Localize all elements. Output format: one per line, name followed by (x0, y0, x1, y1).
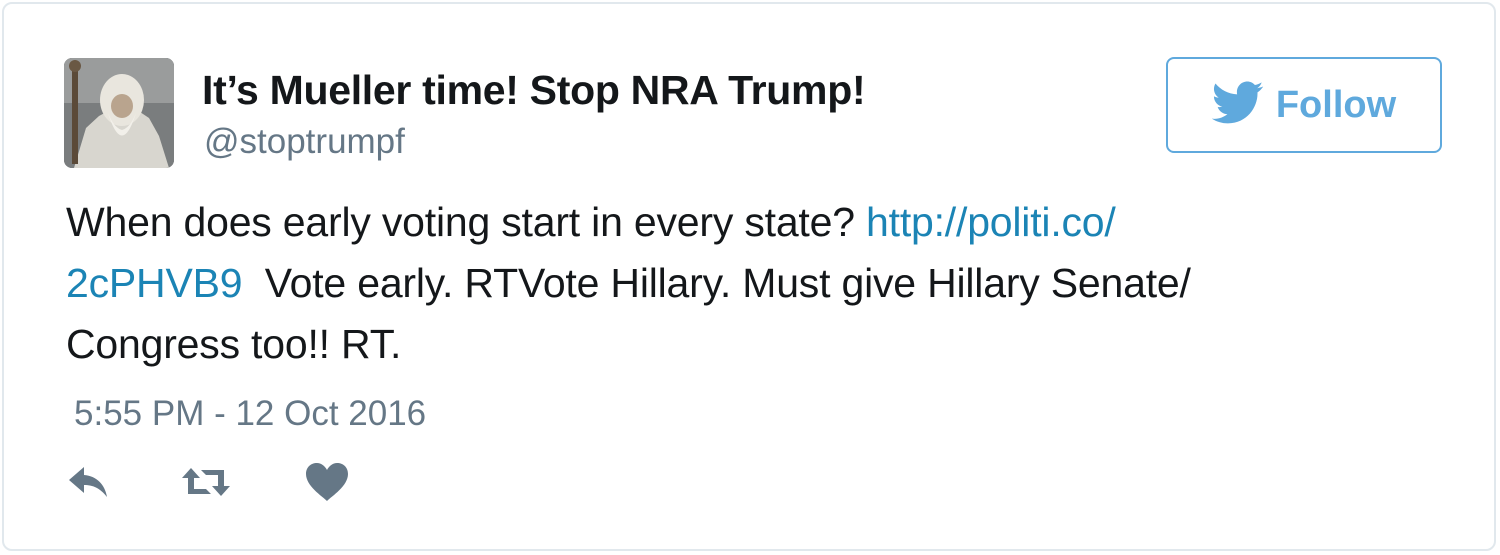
tweet-link-continued[interactable]: 2cPHVB9 (66, 260, 243, 306)
retweet-icon (182, 468, 230, 496)
follow-label: Follow (1275, 83, 1397, 126)
display-name[interactable]: It’s Mueller time! Stop NRA Trump! (202, 67, 866, 114)
reply-icon (69, 467, 107, 497)
reply-button[interactable] (64, 460, 114, 504)
twitter-bird-icon (1211, 81, 1263, 124)
tweet-card: It’s Mueller time! Stop NRA Trump! @stop… (2, 2, 1496, 551)
heart-icon (306, 463, 348, 501)
retweet-button[interactable] (181, 460, 231, 504)
tweet-text-part1: When does early voting start in every st… (66, 199, 855, 245)
tweet-timestamp[interactable]: 5:55 PM - 12 Oct 2016 (74, 394, 426, 434)
tweet-text: When does early voting start in every st… (66, 192, 1426, 375)
user-handle[interactable]: @stoptrumpf (204, 122, 405, 162)
avatar[interactable] (64, 58, 174, 168)
avatar-image (64, 58, 174, 168)
tweet-line-2: 2cPHVB9 Vote early. RTVote Hillary. Must… (66, 253, 1426, 314)
tweet-text-part3: Congress too!! RT. (66, 321, 402, 367)
tweet-link[interactable]: http://politi.co/ (866, 199, 1116, 245)
follow-button[interactable]: Follow (1166, 57, 1442, 153)
like-button[interactable] (302, 460, 352, 504)
tweet-text-part2: Vote early. RTVote Hillary. Must give Hi… (264, 260, 1191, 306)
tweet-line-3: Congress too!! RT. (66, 314, 1426, 375)
tweet-line-1: When does early voting start in every st… (66, 192, 1426, 253)
